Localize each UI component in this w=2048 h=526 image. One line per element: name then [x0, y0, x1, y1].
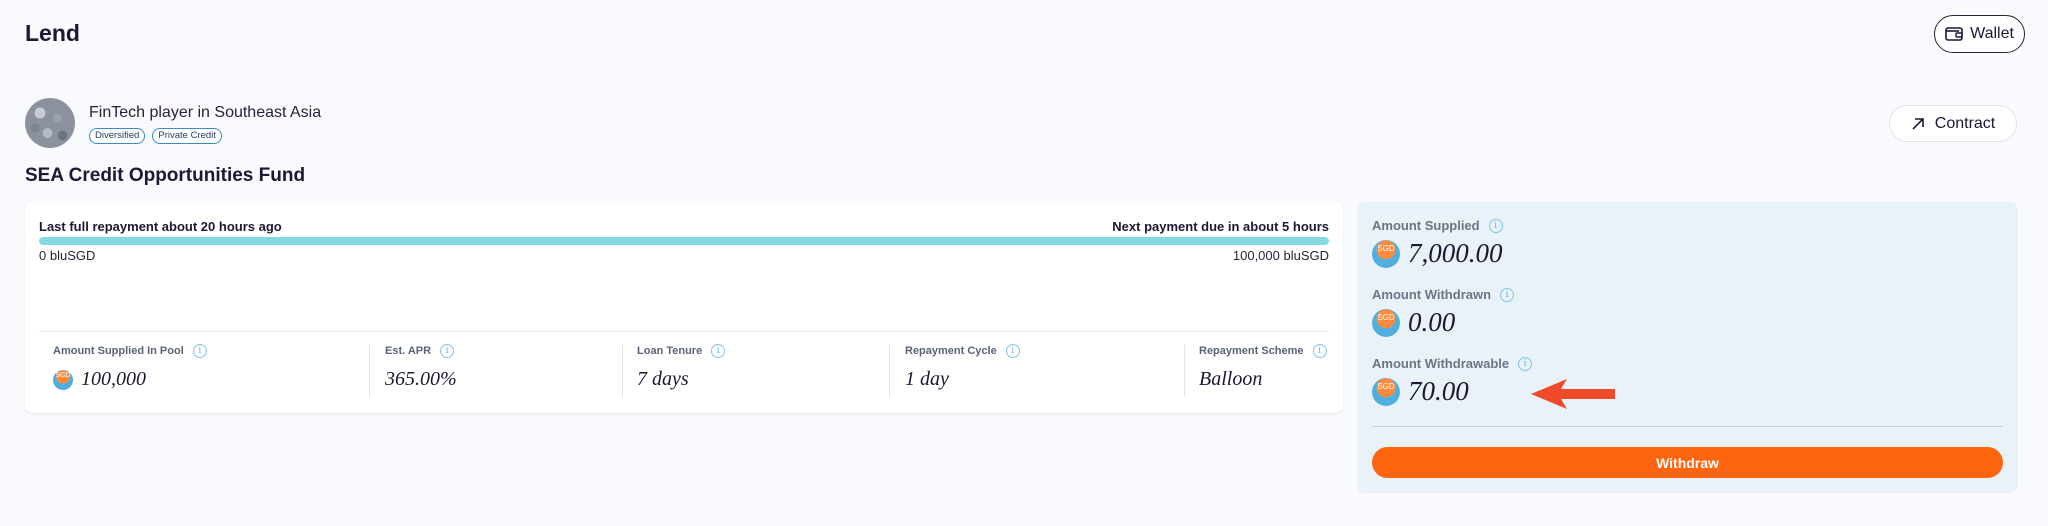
stat-divider [1184, 345, 1185, 397]
page-title: Lend [25, 20, 80, 46]
stat-label: Loan Tenure [637, 345, 703, 357]
sgd-coin-icon: SGD [1372, 308, 1400, 337]
borrower-avatar [25, 98, 75, 148]
tag-private-credit: Private Credit [152, 128, 222, 144]
stat-divider [369, 345, 370, 397]
stat-divider [889, 345, 890, 397]
stat-label: Repayment Cycle [905, 345, 997, 357]
wallet-button[interactable]: Wallet [1934, 15, 2025, 53]
stat-value: 7 days [637, 368, 689, 390]
stat-label: Repayment Scheme [1199, 345, 1304, 357]
info-icon[interactable]: i [1312, 344, 1327, 358]
position-card: Amount Supplied i SGD 7,000.00 Amount Wit… [1357, 202, 2018, 493]
divider [1372, 426, 2003, 427]
next-payment-text: Next payment due in about 5 hours [1112, 219, 1329, 234]
wallet-icon [1945, 27, 1963, 41]
sgd-coin-icon: SGD [1372, 239, 1400, 268]
amount-supplied-label: Amount Supplied i [1372, 218, 1503, 233]
contract-button[interactable]: Contract [1889, 105, 2017, 142]
info-icon[interactable]: i [192, 344, 207, 358]
info-icon[interactable]: i [1488, 218, 1503, 233]
info-icon[interactable]: i [1005, 344, 1020, 358]
external-arrow-icon [1912, 117, 1924, 130]
repayment-progress-bar [39, 237, 1329, 245]
amount-withdrawable-label: Amount Withdrawable i [1372, 356, 1533, 371]
withdraw-button[interactable]: Withdraw [1372, 447, 2003, 478]
sgd-coin-icon: SGD [53, 369, 73, 390]
info-icon[interactable]: i [711, 344, 726, 358]
tag-diversified: Diversified [89, 128, 146, 144]
stat-value: 100,000 [81, 368, 146, 390]
info-icon[interactable]: i [440, 344, 455, 358]
stat-label: Amount Supplied In Pool [53, 345, 184, 357]
info-icon[interactable]: i [1500, 287, 1515, 302]
stat-divider [622, 345, 623, 397]
info-icon[interactable]: i [1518, 356, 1533, 371]
amount-withdrawn-value: SGD 0.00 [1372, 307, 1455, 338]
borrower-tags: Diversified Private Credit [89, 128, 222, 144]
annotation-arrow [1531, 379, 1615, 409]
amount-withdrawn-label: Amount Withdrawn i [1372, 287, 1515, 302]
divider [39, 331, 1329, 332]
repayment-progress-fill [39, 237, 1329, 245]
stat-amount-supplied-in-pool: Amount Supplied In Pool i SGD 100,000 [53, 344, 207, 391]
amount-withdrawable-value: SGD 70.00 [1372, 376, 1469, 407]
stat-est-apr: Est. APR i 365.00% [385, 344, 457, 391]
stat-value: Balloon [1199, 368, 1263, 390]
borrower-name: FinTech player in Southeast Asia [89, 104, 322, 121]
stat-value: 1 day [905, 368, 949, 390]
stat-label: Est. APR [385, 345, 432, 357]
contract-label: Contract [1934, 114, 1996, 132]
fund-title: SEA Credit Opportunities Fund [25, 165, 306, 186]
stat-loan-tenure: Loan Tenure i 7 days [637, 344, 726, 391]
stat-repayment-scheme: Repayment Scheme i Balloon [1199, 344, 1327, 391]
stat-repayment-cycle: Repayment Cycle i 1 day [905, 344, 1020, 391]
sgd-coin-icon: SGD [1372, 377, 1400, 406]
pool-card: Last full repayment about 20 hours ago N… [25, 203, 1343, 413]
progress-max-label: 100,000 bluSGD [1232, 248, 1329, 263]
wallet-label: Wallet [1970, 25, 2014, 42]
progress-min-label: 0 bluSGD [39, 248, 96, 263]
stat-value: 365.00% [385, 368, 457, 390]
amount-supplied-value: SGD 7,000.00 [1372, 238, 1503, 269]
last-repayment-text: Last full repayment about 20 hours ago [39, 219, 282, 234]
